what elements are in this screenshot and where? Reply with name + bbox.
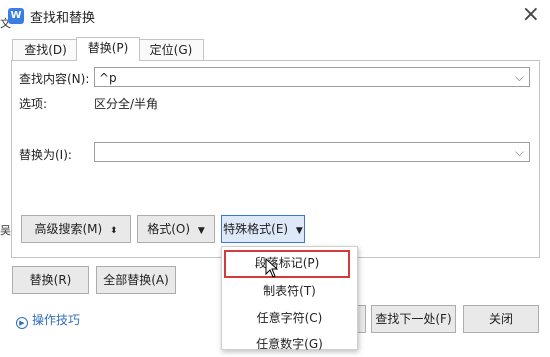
find-replace-dialog: 文 吴 W 查找和替换 × 查找(D) 替换(P) 定位(G) 查找内容(N):… [0,0,550,351]
operation-tips-label: 操作技巧 [32,313,81,327]
advanced-search-label: 高级搜索(M) [34,222,103,236]
expand-icon: ⬍ [110,226,118,236]
play-circle-icon: ▶ [16,317,28,329]
close-button[interactable]: 关闭 [463,305,539,333]
replace-with-input[interactable]: ⌵ [94,142,530,162]
options-value: 区分全/半角 [94,97,159,111]
format-button[interactable]: 格式(O) ▼ [137,215,215,243]
replace-panel: 查找内容(N): ^p ⌵ 选项: 区分全/半角 替换为(I): ⌵ 高级搜索(… [11,60,540,258]
menu-item-any-char[interactable]: 任意字符(C) [222,305,357,331]
wps-writer-icon: W [8,8,24,24]
dialog-title: 查找和替换 [30,11,96,26]
menu-item-any-digit[interactable]: 任意数字(G) [222,331,357,357]
special-format-menu: 段落标记(P) 制表符(T) 任意字符(C) 任意数字(G) [221,246,358,351]
replace-all-button[interactable]: 全部替换(A) [96,266,176,294]
special-format-label: 特殊格式(E) [223,222,289,236]
caret-down-icon: ▼ [197,226,205,236]
menu-item-paragraph-mark[interactable]: 段落标记(P) [224,250,350,278]
format-label: 格式(O) [147,222,191,236]
caret-down-icon: ▼ [295,226,303,236]
replace-with-label: 替换为(I): [19,148,72,162]
tab-goto[interactable]: 定位(G) [138,39,204,61]
replace-button[interactable]: 替换(R) [12,266,89,294]
chevron-down-icon[interactable]: ⌵ [515,142,524,162]
operation-tips-link[interactable]: ▶ 操作技巧 [16,311,80,329]
find-what-label: 查找内容(N): [19,72,90,86]
find-next-button[interactable]: 查找下一处(F) [371,305,456,333]
tab-replace[interactable]: 替换(P) [76,37,140,61]
find-what-input[interactable]: ^p ⌵ [94,67,530,87]
background-text-2: 吴 [0,224,11,237]
menu-item-tab-char[interactable]: 制表符(T) [222,278,357,304]
tab-find[interactable]: 查找(D) [12,39,79,61]
options-label: 选项: [19,97,48,111]
special-format-button[interactable]: 特殊格式(E) ▼ [221,215,305,243]
find-what-value: ^p [99,71,117,85]
close-icon[interactable]: × [522,2,540,27]
title-bar: W 查找和替换 × [0,0,550,32]
chevron-down-icon[interactable]: ⌵ [515,67,524,87]
advanced-search-button[interactable]: 高级搜索(M) ⬍ [21,215,131,243]
